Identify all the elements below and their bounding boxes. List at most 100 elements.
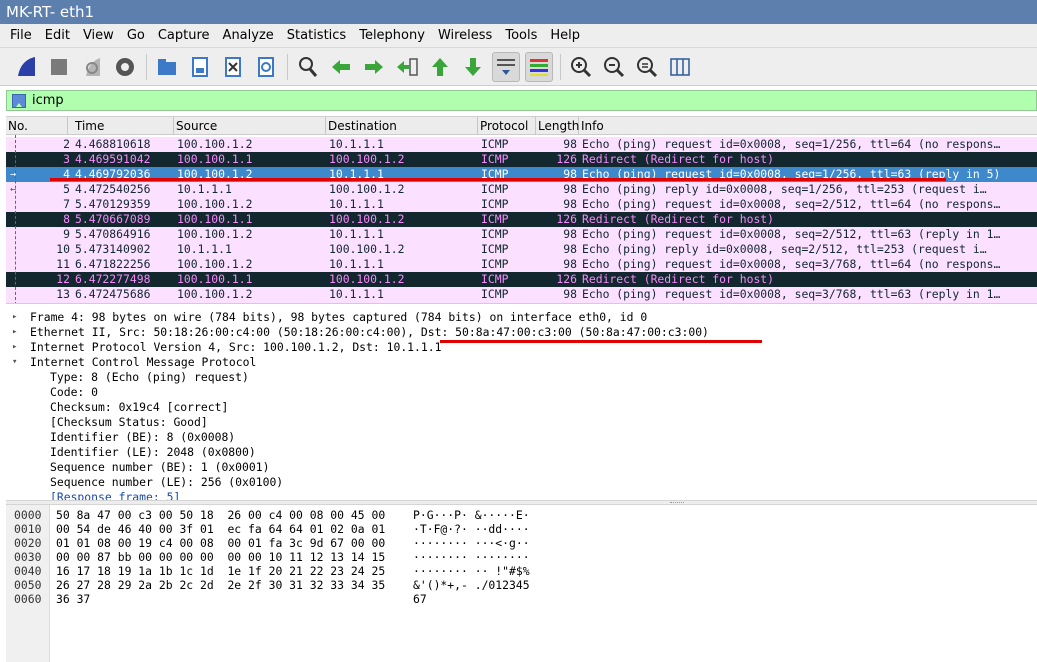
packet-cell-time: 5.470864916 [75, 227, 151, 241]
packet-cell-time: 4.472540256 [75, 182, 151, 196]
menu-statistics[interactable]: Statistics [287, 28, 346, 43]
packet-bytes-pane[interactable]: 0000 50 8a 47 00 c3 00 50 18 26 00 c4 00 … [6, 505, 1037, 662]
menu-view[interactable]: View [83, 28, 114, 43]
display-filter-input[interactable] [32, 93, 1012, 108]
detail-tree-node[interactable]: ▸ Ethernet II, Src: 50:18:26:00:c4:00 (50… [6, 325, 1037, 340]
col-protocol-header[interactable]: Protocol [478, 117, 536, 135]
packet-cell-src: 10.1.1.1 [177, 302, 327, 303]
go-last-icon[interactable] [459, 52, 487, 82]
packet-cell-info: Echo (ping) reply id=0x0008, seq=2/512, … [582, 242, 987, 256]
col-time-header[interactable]: Time [73, 117, 174, 135]
detail-field[interactable]: Identifier (LE): 2048 (0x0800) [6, 445, 1037, 460]
packet-cell-len: 98 [563, 242, 577, 256]
bookmark-icon[interactable] [12, 93, 26, 108]
packet-cell-info: Echo (ping) request id=0x0008, seq=2/512… [582, 227, 1001, 241]
packet-row[interactable]: 146.47602533910.1.1.1100.100.1.2ICMP98Ec… [6, 302, 1037, 303]
packet-cell-src: 100.100.1.1 [177, 152, 253, 166]
packet-row[interactable]: 5 4.472540256 10.1.1.1 100.100.1.2 ICMP 98 Ech… [6, 182, 1037, 197]
stop-capture-icon[interactable] [45, 52, 73, 82]
menu-capture[interactable]: Capture [158, 28, 210, 43]
packet-row[interactable]: 11 6.471822256 100.100.1.2 10.1.1.1 ICMP 98 Ec… [6, 257, 1037, 272]
detail-field[interactable]: [Checksum Status: Good] [6, 415, 1037, 430]
go-first-icon[interactable] [426, 52, 454, 82]
packet-row[interactable]: 9 5.470864916 100.100.1.2 10.1.1.1 ICMP 98 Ech… [6, 227, 1037, 242]
menu-edit[interactable]: Edit [45, 28, 70, 43]
colorize-icon[interactable] [525, 51, 553, 82]
packet-list-header: No. Time Source Destination Protocol Len… [6, 117, 1037, 135]
restart-capture-icon[interactable] [78, 52, 106, 82]
open-file-icon[interactable] [153, 52, 181, 82]
go-back-icon[interactable] [327, 52, 355, 82]
byte-ascii: &'()*+,- ./012345 [413, 578, 530, 592]
packet-cell-proto: ICMP [481, 182, 509, 196]
menu-tools[interactable]: Tools [505, 28, 537, 43]
packet-cell-dst: 10.1.1.1 [329, 227, 384, 241]
packet-row[interactable]: 13 6.472475686 100.100.1.2 10.1.1.1 ICMP 98 Ec… [6, 287, 1037, 302]
packet-cell-len: 98 [563, 287, 577, 301]
packet-row[interactable]: 3 4.469591042 100.100.1.1 100.100.1.2 ICMP 12… [6, 152, 1037, 167]
detail-text: [Checksum Status: Good] [50, 415, 208, 429]
menu-file[interactable]: File [10, 28, 32, 43]
detail-text: Ethernet II, Src: 50:18:26:00:c4:00 (50:… [30, 325, 709, 339]
packet-row[interactable]: 2 4.468810618 100.100.1.2 10.1.1.1 ICMP 98 Ech… [6, 137, 1037, 152]
packet-cell-src: 100.100.1.1 [177, 212, 253, 226]
menu-analyze[interactable]: Analyze [223, 28, 274, 43]
collapsed-arrow-icon[interactable]: ▸ [12, 310, 22, 325]
expanded-arrow-icon[interactable]: ▾ [12, 355, 22, 370]
splitter-grip[interactable] [670, 502, 684, 504]
detail-field[interactable]: Type: 8 (Echo (ping) request) [6, 370, 1037, 385]
col-source-header[interactable]: Source [174, 117, 326, 135]
col-destination-header[interactable]: Destination [326, 117, 478, 135]
menu-go[interactable]: Go [127, 28, 145, 43]
collapsed-arrow-icon[interactable]: ▸ [12, 325, 22, 340]
packet-cell-dst: 100.100.1.2 [329, 152, 405, 166]
packet-cell-len: 98 [563, 227, 577, 241]
resize-columns-icon[interactable] [666, 52, 694, 82]
packet-cell-time: 5.473140902 [75, 242, 151, 256]
zoom-in-icon[interactable] [567, 52, 595, 82]
packet-cell-src: 100.100.1.2 [177, 257, 253, 271]
packet-details-pane[interactable]: ▸ Frame 4: 98 bytes on wire (784 bits), 9… [6, 310, 1037, 500]
packet-row[interactable]: 10 5.473140902 10.1.1.1 100.100.1.2 ICMP 98 Ec… [6, 242, 1037, 257]
detail-tree-node[interactable]: ▾ Internet Control Message Protocol [6, 355, 1037, 370]
detail-field[interactable]: Code: 0 [6, 385, 1037, 400]
menu-help[interactable]: Help [550, 28, 580, 43]
zoom-normal-icon[interactable] [633, 52, 661, 82]
find-packet-icon[interactable] [294, 52, 322, 82]
menu-telephony[interactable]: Telephony [359, 28, 425, 43]
byte-offset: 0010 [14, 522, 42, 536]
detail-field[interactable]: Checksum: 0x19c4 [correct] [6, 400, 1037, 415]
packet-cell-proto: ICMP [481, 272, 509, 286]
display-filter-bar [6, 90, 1037, 111]
detail-field[interactable]: Sequence number (LE): 256 (0x0100) [6, 475, 1037, 490]
start-capture-icon[interactable] [12, 52, 40, 82]
detail-field[interactable]: Identifier (BE): 8 (0x0008) [6, 430, 1037, 445]
byte-hex: 00 54 de 46 40 00 3f 01 ec fa 64 64 01 0… [56, 522, 386, 536]
packet-cell-info: Echo (ping) reply id=0x0008, seq=1/256, … [582, 182, 987, 196]
menu-wireless[interactable]: Wireless [438, 28, 492, 43]
red-annotation-underline-packet [50, 178, 946, 181]
packet-cell-dst: 10.1.1.1 [329, 257, 384, 271]
packet-row[interactable]: 8 5.470667089 100.100.1.1 100.100.1.2 ICMP 12… [6, 212, 1037, 227]
zoom-out-icon[interactable] [600, 52, 628, 82]
byte-ascii: ·T·F@·?· ··dd···· [413, 522, 530, 536]
capture-options-icon[interactable] [111, 52, 139, 82]
col-no-header[interactable]: No. [6, 117, 68, 135]
close-file-icon[interactable] [219, 52, 247, 82]
detail-field[interactable]: [Response frame: 5] [6, 490, 1037, 500]
col-info-header[interactable]: Info [579, 117, 1037, 135]
detail-field[interactable]: Sequence number (BE): 1 (0x0001) [6, 460, 1037, 475]
collapsed-arrow-icon[interactable]: ▸ [12, 340, 22, 355]
reload-file-icon[interactable] [252, 52, 280, 82]
col-length-header[interactable]: Length [536, 117, 579, 135]
detail-tree-node[interactable]: ▸ Frame 4: 98 bytes on wire (784 bits), 9… [6, 310, 1037, 325]
go-to-packet-icon[interactable] [393, 52, 421, 82]
packet-list[interactable]: No. Time Source Destination Protocol Len… [6, 116, 1037, 304]
byte-hex: 36 37 [56, 592, 91, 606]
packet-row[interactable]: 12 6.472277498 100.100.1.1 100.100.1.2 ICMP 1… [6, 272, 1037, 287]
packet-row[interactable]: 7 5.470129359 100.100.1.2 10.1.1.1 ICMP 98 Ech… [6, 197, 1037, 212]
packet-cell-src: 100.100.1.1 [177, 272, 253, 286]
auto-scroll-icon[interactable] [492, 51, 520, 82]
go-forward-icon[interactable] [360, 52, 388, 82]
save-file-icon[interactable] [186, 52, 214, 82]
